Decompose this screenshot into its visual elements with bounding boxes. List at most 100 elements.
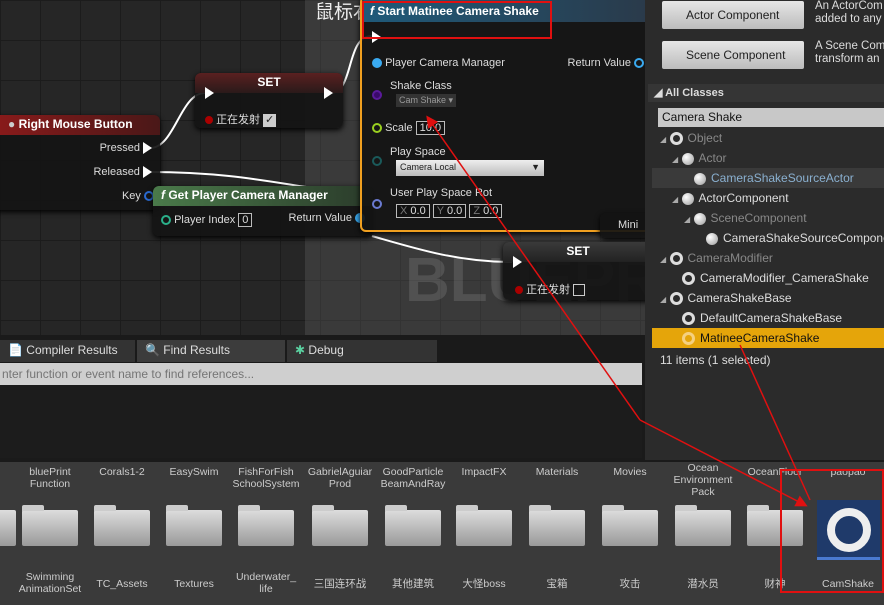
float-pin-icon[interactable] xyxy=(372,123,382,134)
actor-icon xyxy=(681,152,694,165)
folder-label[interactable]: Materials xyxy=(521,466,593,478)
search-icon: 🔍 xyxy=(145,343,160,357)
set-node[interactable]: SET 正在发射 ✓ xyxy=(195,73,343,128)
button-description: An ActorCom added to any xyxy=(815,0,883,25)
node-title: SET xyxy=(195,73,343,93)
folder-icon[interactable] xyxy=(602,505,658,546)
folder-icon[interactable] xyxy=(675,505,731,546)
class-tree-item[interactable]: DefaultCameraShakeBase xyxy=(652,308,884,328)
folder-icon[interactable] xyxy=(456,505,512,546)
folder-icon[interactable] xyxy=(385,505,441,546)
expand-arrow-icon: ◢ xyxy=(684,215,691,224)
folder-icon[interactable] xyxy=(22,505,78,546)
class-tree-item[interactable]: ◢ CameraModifier xyxy=(652,248,884,268)
asset-label[interactable]: Textures xyxy=(158,578,230,590)
folder-icon[interactable] xyxy=(166,505,222,546)
object-pin-icon[interactable] xyxy=(634,58,644,69)
find-references-input[interactable] xyxy=(0,363,642,385)
variable-label: 正在发射 xyxy=(526,284,571,296)
checkbox-checked[interactable]: ✓ xyxy=(263,113,277,127)
class-tree-item[interactable]: CameraShakeSourceComponent xyxy=(652,228,884,248)
folder-icon[interactable] xyxy=(747,505,803,546)
class-tree-item[interactable]: ◢ Actor xyxy=(652,148,884,168)
exec-pin-icon[interactable] xyxy=(324,87,333,99)
asset-label[interactable]: 三国连环战 xyxy=(304,578,376,590)
asset-label[interactable]: 潜水员 xyxy=(667,578,739,590)
start-matinee-camera-shake-node[interactable]: f Start Matinee Camera Shake Player Came… xyxy=(360,0,645,232)
right-mouse-button-node[interactable]: ● Right Mouse Button Pressed Released Ke… xyxy=(0,115,160,210)
class-icon xyxy=(669,292,683,306)
asset-label[interactable]: 攻击 xyxy=(594,578,666,590)
folder-label[interactable]: bluePrint Function xyxy=(14,466,86,490)
class-tree-item[interactable]: ◢ SceneComponent xyxy=(652,208,884,228)
asset-label[interactable]: 其他建筑 xyxy=(377,578,449,590)
class-tree-item[interactable]: ◢ ActorComponent xyxy=(652,188,884,208)
player-index-input[interactable]: 0 xyxy=(238,213,253,227)
camshake-asset-thumbnail[interactable] xyxy=(817,500,880,560)
pin-label: User Play Space Rot xyxy=(390,187,493,199)
play-space-dropdown[interactable]: Camera Local ▼ xyxy=(396,160,544,176)
blueprint-graph[interactable]: 鼠标右 BLUEPRI ● Right Mouse Button Pressed… xyxy=(0,0,645,335)
tab-find-results[interactable]: 🔍 Find Results xyxy=(137,340,285,362)
folder-label[interactable]: GoodParticle BeamAndRay xyxy=(377,466,449,490)
folder-icon[interactable] xyxy=(238,505,294,546)
exec-pin-icon[interactable] xyxy=(372,31,381,43)
scale-input[interactable]: 10.0 xyxy=(415,121,446,135)
tab-compiler-results[interactable]: 📄 Compiler Results xyxy=(0,340,135,362)
class-tree-item[interactable]: CameraModifier_CameraShake xyxy=(652,268,884,288)
folder-label[interactable]: Movies xyxy=(594,466,666,478)
mini-node[interactable]: Mini xyxy=(600,213,645,238)
all-classes-header[interactable]: ◢ All Classes xyxy=(648,84,884,102)
folder-icon[interactable] xyxy=(312,505,368,546)
asset-label[interactable]: TC_Assets xyxy=(86,578,158,590)
folder-label[interactable]: GabrielAguiar Prod xyxy=(304,466,376,490)
folder-label[interactable]: EasySwim xyxy=(158,466,230,478)
bool-pin-icon[interactable] xyxy=(515,286,523,295)
class-tree-item[interactable]: ◢ CameraShakeBase xyxy=(652,288,884,308)
class-icon xyxy=(682,312,696,326)
asset-label[interactable]: Underwater_ life xyxy=(230,571,302,595)
node-title: SET xyxy=(503,242,645,262)
class-tree-item[interactable]: MatineeCameraShake xyxy=(652,328,884,348)
class-tree-item[interactable]: ◢ Object xyxy=(652,128,884,148)
bool-pin-icon[interactable] xyxy=(205,116,213,125)
exec-pin-icon[interactable] xyxy=(513,256,522,268)
folder-label[interactable]: Ocean Environment Pack xyxy=(667,462,739,498)
bug-icon: ✱ xyxy=(295,343,306,357)
exec-pin-icon[interactable] xyxy=(143,166,152,179)
rot-x-input[interactable]: X 0.0 xyxy=(396,204,430,218)
rot-z-input[interactable]: Z 0.0 xyxy=(469,204,503,218)
folder-label[interactable]: Corals1-2 xyxy=(86,466,158,478)
actor-component-button[interactable]: Actor Component xyxy=(662,1,804,29)
class-tree-item[interactable]: CameraShakeSourceActor xyxy=(652,168,884,188)
exec-pin-icon[interactable] xyxy=(205,87,214,99)
folder-icon[interactable] xyxy=(94,505,150,546)
checkbox-unchecked[interactable] xyxy=(573,284,586,297)
asset-label[interactable]: 大怪boss xyxy=(448,578,520,590)
node-title: Start Matinee Camera Shake xyxy=(377,4,539,18)
enum-pin-icon[interactable] xyxy=(372,156,382,166)
class-search-input[interactable]: Camera Shake xyxy=(658,108,884,127)
folder-label[interactable]: OceanFloor xyxy=(739,466,811,478)
class-pin-icon[interactable] xyxy=(372,90,382,100)
pin-label: Scale xyxy=(385,122,413,134)
folder-label[interactable]: paopao xyxy=(812,466,884,478)
asset-label[interactable]: Swimming AnimationSet xyxy=(14,571,86,595)
folder-label[interactable]: FishForFish SchoolSystem xyxy=(230,466,302,490)
object-pin-icon[interactable] xyxy=(372,58,382,69)
folder-icon[interactable] xyxy=(529,505,585,546)
rotator-pin-icon[interactable] xyxy=(372,199,382,209)
scene-component-button[interactable]: Scene Component xyxy=(662,41,804,69)
asset-label[interactable]: CamShake xyxy=(812,578,884,590)
shake-class-dropdown[interactable]: Cam Shake ▾ xyxy=(396,94,457,107)
set-node[interactable]: SET 正在发射 xyxy=(503,242,645,300)
exec-pin-icon[interactable] xyxy=(143,142,152,155)
folder-icon[interactable] xyxy=(0,510,16,546)
asset-label[interactable]: 财神 xyxy=(739,578,811,590)
int-pin-icon[interactable] xyxy=(161,215,171,226)
asset-label[interactable]: 宝箱 xyxy=(521,578,593,590)
rot-y-input[interactable]: Y 0.0 xyxy=(432,204,467,218)
tab-debug[interactable]: ✱ Debug xyxy=(287,340,437,362)
get-player-camera-manager-node[interactable]: f Get Player Camera Manager Player Index… xyxy=(153,186,373,236)
folder-label[interactable]: ImpactFX xyxy=(448,466,520,478)
